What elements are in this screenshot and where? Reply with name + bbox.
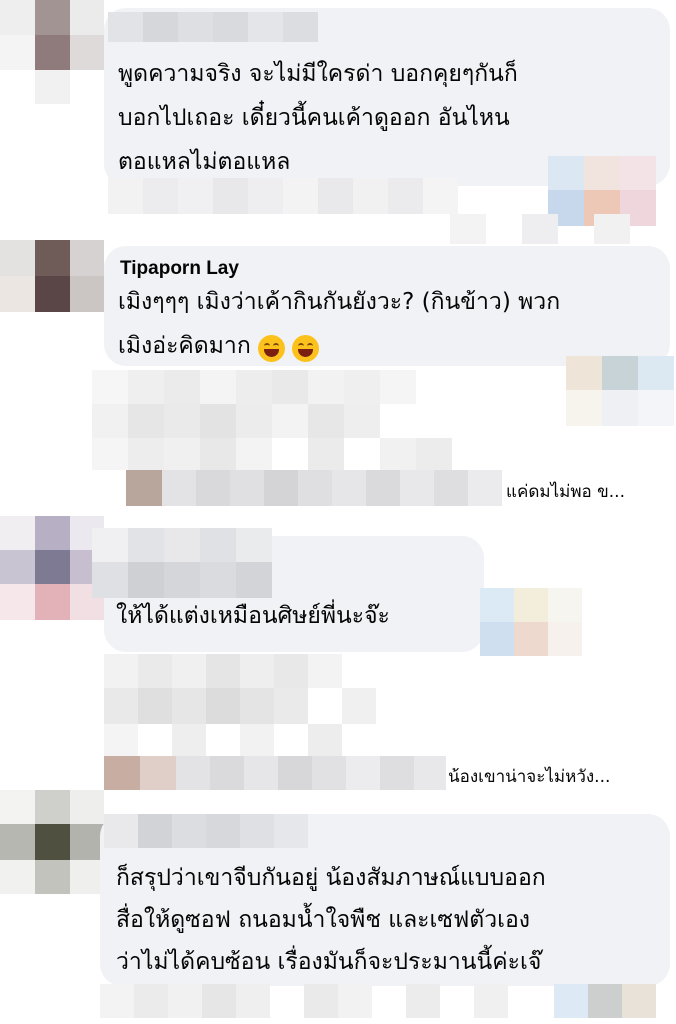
comment-text-line: ว่าไม่ได้คบซ้อน เรื่องมันก็จะประมานนี้ค่… [116,949,542,975]
author-name-blurred[interactable] [104,814,310,848]
comment-text-line: เมิงอ่ะคิดมาก [118,328,319,364]
pixel-noise [450,214,676,244]
comment-text-line: สื่อให้ดูซอฟ ถนอมน้ำใจพืช และเซฟตัวเอง [116,907,531,933]
reply-author-blurred [162,470,502,506]
avatar[interactable] [0,0,104,104]
comment-text-line: ให้ได้แต่งเหมือนศิษย์พี่นะจ๊ะ [116,603,390,629]
comment-actions-blurred[interactable] [104,654,444,758]
avatar[interactable] [0,240,104,312]
reaction-badge[interactable] [480,588,584,656]
reply-avatar [140,756,176,790]
comment-text-fragment: เมิงอ่ะคิดมาก [118,333,251,359]
avatar[interactable] [0,516,104,620]
grinning-sweat-emoji [257,335,285,362]
comment-text-line: เมิงๆๆๆ เมิงว่าเค้ากินกันยังวะ? (กินข้าว… [118,289,561,315]
comment-actions-blurred[interactable] [92,370,512,470]
comment-text-line: ตอแหลไม่ตอแหล [118,149,291,175]
author-name[interactable]: Tipaporn Lay [120,258,239,280]
reply-preview[interactable]: น้องเขาน่าจะไม่หวัง... [104,756,676,792]
reply-author-blurred [176,756,446,790]
comment-text-line: พูดความจริง จะไม่มีใครด่า บอกคุยๆกันก็ [118,61,518,87]
reply-preview[interactable]: แค่ดมไม่พอ ข... [92,470,676,510]
author-name-blurred[interactable] [108,8,318,42]
tears-of-joy-emoji [291,335,319,362]
reply-preview-text[interactable]: น้องเขาน่าจะไม่หวัง... [448,763,610,790]
avatar[interactable] [0,790,104,894]
author-name-blurred[interactable] [92,528,308,598]
reply-avatar [126,470,162,506]
reply-preview-text[interactable]: แค่ดมไม่พอ ข... [506,478,625,505]
comment-text-line: ก็สรุปว่าเขาจีบกันอยู่ น้องสัมภาษณ์แบบออ… [116,865,546,891]
comment-text-line: บอกไปเถอะ เดี๋ยวนี้คนเค้าดูออก อันไหน [118,105,510,131]
reply-avatar [104,756,140,790]
reaction-badge[interactable] [566,356,676,426]
comment-actions-blurred[interactable] [100,984,676,1024]
comment-actions-blurred[interactable] [108,178,528,214]
